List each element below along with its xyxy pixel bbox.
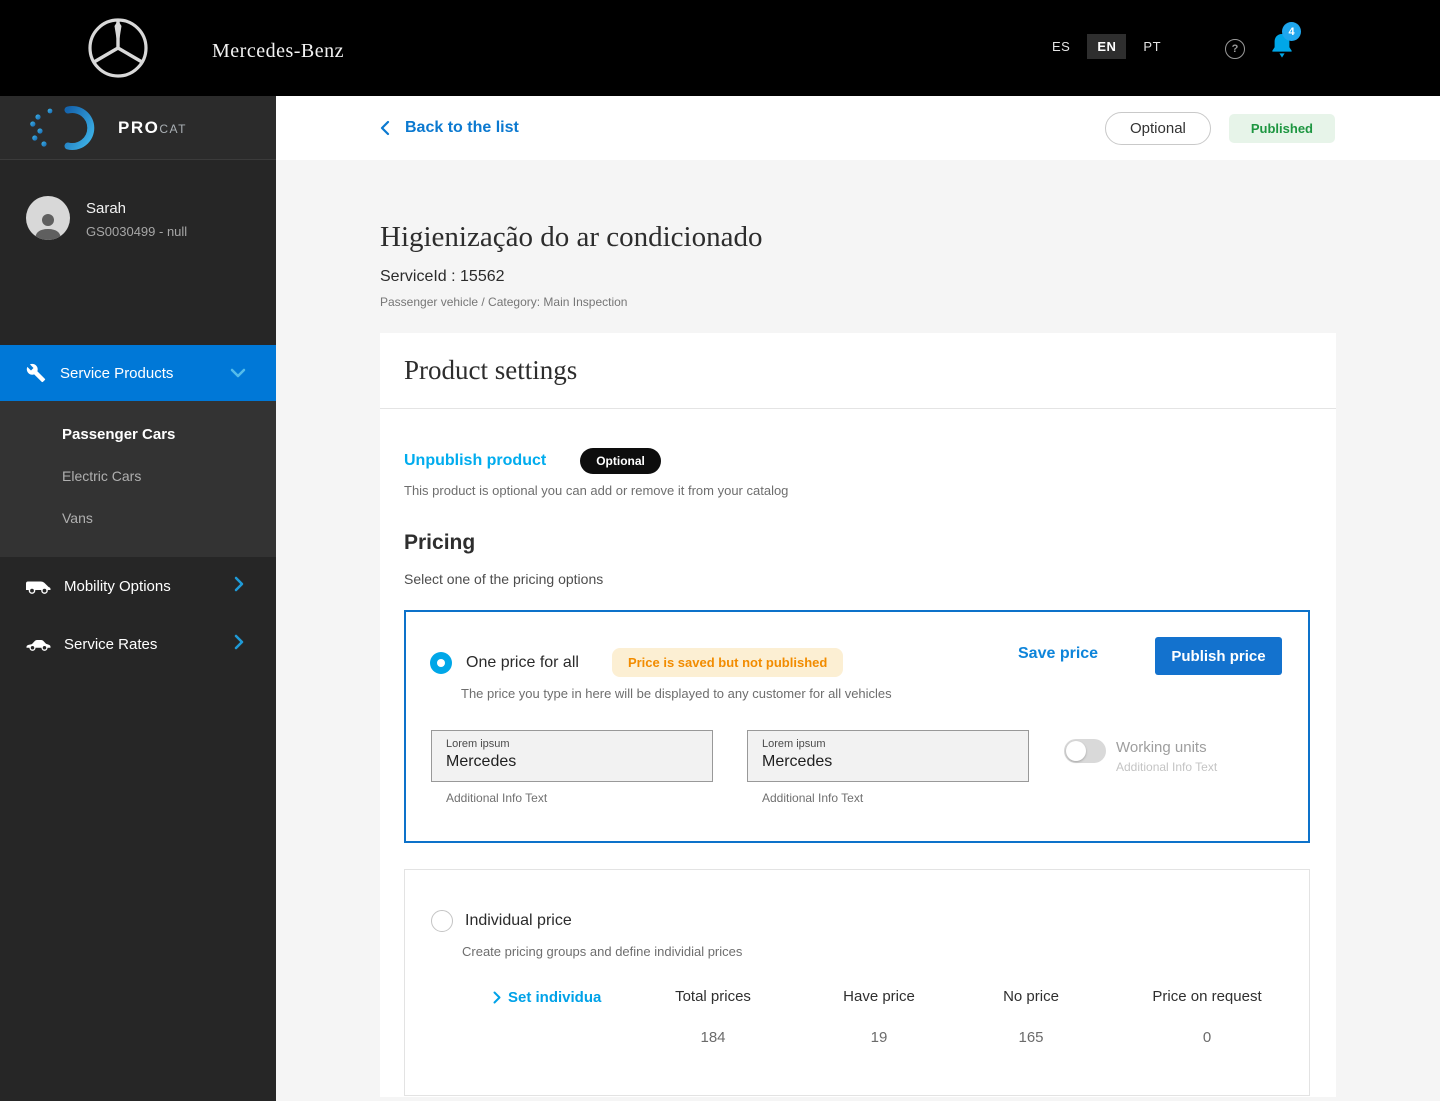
page-title: Higienização do ar condicionado [380, 221, 763, 253]
pricing-heading: Pricing [404, 531, 476, 554]
published-badge: Published [1228, 113, 1335, 143]
price-field-2[interactable]: Lorem ipsum Mercedes [747, 730, 1029, 782]
publish-price-button[interactable]: Publish price [1155, 637, 1282, 675]
price-status-badge: Price is saved but not published [611, 648, 844, 677]
avatar [26, 196, 70, 240]
price-field-1[interactable]: Lorem ipsum Mercedes [431, 730, 713, 782]
car-icon [26, 640, 51, 651]
set-individual-label: Set individua [508, 989, 602, 1006]
van-icon [26, 581, 51, 594]
lang-en[interactable]: EN [1087, 34, 1127, 59]
service-id: ServiceId : 15562 [380, 268, 505, 285]
sidebar-item-mobility-options[interactable]: Mobility Options [0, 557, 276, 615]
one-price-label: One price for all [466, 653, 579, 671]
sidebar-item-electric-cars[interactable]: Electric Cars [0, 455, 276, 497]
stat-price-on-request: Price on request 0 [1152, 988, 1262, 1046]
back-to-list-link[interactable]: Back to the list [380, 119, 519, 137]
optional-button[interactable]: Optional [1105, 111, 1211, 145]
set-individual-link[interactable]: Set individua [493, 989, 601, 1006]
lang-es[interactable]: ES [1052, 39, 1070, 54]
toggle-info: Working units Additional Info Text [1116, 739, 1217, 774]
procat-wrench-icon [30, 105, 95, 150]
top-header: Mercedes-Benz ES EN PT ? 4 [0, 0, 1440, 96]
chevron-right-icon [234, 576, 244, 596]
sidebar-item-service-products[interactable]: Service Products [0, 345, 276, 401]
stat-have-price: Have price 19 [843, 988, 915, 1046]
card-title: Product settings [404, 355, 578, 385]
field-helper: Additional Info Text [446, 791, 548, 805]
sidebar-item-service-rates[interactable]: Service Rates [0, 615, 276, 673]
pricing-subtitle: Select one of the pricing options [404, 571, 604, 587]
brand-wordmark: Mercedes-Benz [212, 40, 344, 62]
individual-price-label: Individual price [465, 912, 572, 929]
card-header: Product settings [380, 333, 1336, 409]
tools-icon [26, 363, 46, 383]
sidebar-item-label: Service Products [60, 364, 174, 382]
procat-wordmark: PROCAT [118, 117, 187, 137]
toggle-knob [1066, 741, 1086, 761]
field-value: Mercedes [446, 753, 517, 770]
mercedes-star-icon [87, 17, 149, 84]
unpublish-row: Unpublish product Optional [404, 448, 661, 474]
chevron-down-icon [230, 365, 246, 382]
one-price-description: The price you type in here will be displ… [461, 686, 892, 701]
sidebar: PROCAT Sarah GS0030499 - null Service Pr… [0, 96, 276, 1101]
unpublish-description: This product is optional you can add or … [404, 483, 789, 498]
action-bar-right: Optional Published [1105, 111, 1335, 145]
back-label: Back to the list [405, 119, 519, 136]
user-name: Sarah [86, 200, 127, 217]
sidebar-item-passenger-cars[interactable]: Passenger Cars [0, 413, 276, 455]
page-head: Higienização do ar condicionado ServiceI… [380, 218, 762, 309]
field-value: Mercedes [762, 753, 833, 770]
chevron-right-icon [234, 634, 244, 654]
action-bar: Back to the list Optional Published [276, 96, 1440, 160]
individual-price-panel: Individual price Create pricing groups a… [404, 869, 1310, 1096]
individual-price-description: Create pricing groups and define individ… [462, 944, 743, 959]
toggle-helper: Additional Info Text [1116, 760, 1218, 774]
one-price-radio[interactable] [430, 651, 452, 674]
field-label: Lorem ipsum [762, 738, 826, 750]
working-units-toggle[interactable] [1064, 739, 1106, 763]
lang-pt[interactable]: PT [1143, 39, 1161, 54]
chevron-right-icon [493, 991, 501, 1004]
individual-price-radio[interactable] [431, 910, 453, 932]
help-icon[interactable]: ? [1225, 39, 1245, 59]
notifications-bell[interactable]: 4 [1271, 22, 1301, 61]
optional-pill-badge: Optional [580, 448, 661, 474]
toggle-label: Working units [1116, 739, 1207, 756]
language-switcher: ES EN PT [1052, 34, 1161, 59]
user-profile: Sarah GS0030499 - null [26, 196, 187, 240]
field-helper: Additional Info Text [762, 791, 864, 805]
working-units-control: Working units Additional Info Text [1064, 739, 1217, 774]
chevron-left-icon [380, 120, 390, 136]
individual-price-row: Individual price [431, 910, 572, 932]
product-settings-card: Product settings Unpublish product Optio… [380, 333, 1336, 1097]
one-price-row: One price for all Price is saved but not… [430, 648, 844, 677]
procat-logo: PROCAT [0, 96, 276, 160]
save-price-link[interactable]: Save price [1018, 645, 1098, 663]
user-id: GS0030499 - null [86, 224, 188, 239]
sidebar-item-label: Mobility Options [64, 577, 171, 595]
stat-total-prices: Total prices 184 [675, 988, 751, 1046]
sidebar-item-vans[interactable]: Vans [0, 497, 276, 539]
category-line: Passenger vehicle / Category: Main Inspe… [380, 295, 628, 309]
service-products-submenu: Passenger Cars Electric Cars Vans [0, 401, 276, 557]
notification-count-badge: 4 [1282, 22, 1301, 41]
app: Mercedes-Benz ES EN PT ? 4 PROCAT Sarah … [0, 0, 1440, 1101]
user-info: Sarah GS0030499 - null [86, 196, 187, 240]
unpublish-product-link[interactable]: Unpublish product [404, 452, 546, 470]
field-label: Lorem ipsum [446, 738, 510, 750]
sidebar-item-label: Service Rates [64, 635, 158, 653]
one-price-panel: One price for all Price is saved but not… [404, 610, 1310, 843]
stat-no-price: No price 165 [1003, 988, 1059, 1046]
